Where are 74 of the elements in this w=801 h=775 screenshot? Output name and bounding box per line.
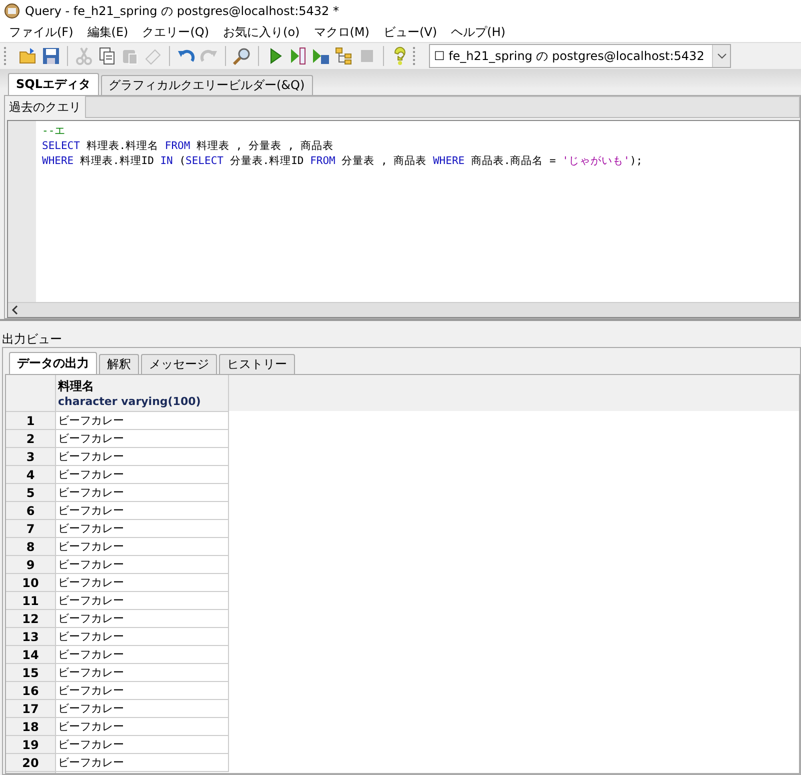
menu-item[interactable]: ヘルプ(H)	[444, 24, 512, 40]
window-title: Query - fe_h21_spring の postgres@localhost:5432 *	[25, 2, 339, 20]
dropdown-button[interactable]	[712, 45, 730, 67]
row-number[interactable]: 3	[6, 448, 55, 466]
menu-item[interactable]: ビュー(V)	[376, 24, 444, 40]
table-cell: ビーフカレー	[56, 610, 228, 628]
row-number[interactable]: 17	[6, 700, 55, 718]
table-cell: ビーフカレー	[56, 592, 228, 610]
row-number[interactable]: 2	[6, 430, 55, 448]
copy-icon[interactable]	[97, 46, 117, 66]
table-cell: ビーフカレー	[56, 736, 228, 754]
row-number[interactable]: 18	[6, 718, 55, 736]
row-number[interactable]: 8	[6, 538, 55, 556]
row-number[interactable]: 10	[6, 574, 55, 592]
table-cell: ビーフカレー	[56, 520, 228, 538]
table-cell: ビーフカレー	[56, 412, 228, 430]
tab[interactable]: SQLエディタ	[8, 73, 98, 95]
menu-item[interactable]: クエリー(Q)	[135, 24, 216, 40]
folder-icon[interactable]	[18, 46, 38, 66]
menu-item[interactable]: お気に入り(o)	[216, 24, 307, 40]
row-number[interactable]: 9	[6, 556, 55, 574]
table-cell: ビーフカレー	[56, 466, 228, 484]
play-save-icon[interactable]	[311, 46, 331, 66]
chevron-down-icon	[716, 53, 726, 59]
tab[interactable]: ヒストリー	[219, 354, 295, 374]
tab[interactable]: グラフィカルクエリービルダー(&Q)	[100, 75, 313, 95]
history-label: 過去のクエリ	[8, 98, 82, 116]
save-icon[interactable]	[41, 46, 61, 66]
table-cell: ビーフカレー	[56, 484, 228, 502]
tab[interactable]: データの出力	[9, 352, 97, 374]
tree-icon[interactable]	[334, 46, 354, 66]
table-cell: ビーフカレー	[56, 430, 228, 448]
row-number[interactable]: 6	[6, 502, 55, 520]
horizontal-scrollbar[interactable]	[8, 302, 799, 317]
column-name: 料理名	[58, 378, 95, 395]
table-cell: ビーフカレー	[56, 538, 228, 556]
table-cell: ビーフカレー	[56, 646, 228, 664]
table-cell: ビーフカレー	[56, 718, 228, 736]
tab[interactable]: 解釈	[99, 354, 139, 374]
panel-title: 出力ビュー	[1, 331, 63, 347]
table-cell: ビーフカレー	[56, 502, 228, 520]
tab[interactable]: メッセージ	[141, 354, 217, 374]
row-number[interactable]: 1	[6, 412, 55, 430]
row-number[interactable]: 12	[6, 610, 55, 628]
row-number[interactable]: 11	[6, 592, 55, 610]
row-number[interactable]: 13	[6, 628, 55, 646]
table-cell: ビーフカレー	[56, 628, 228, 646]
column-type: character varying(100)	[58, 395, 202, 408]
row-number[interactable]: 19	[6, 736, 55, 754]
connection-dropdown[interactable]: ☐ fe_h21_spring の postgres@localhost:5432	[429, 44, 731, 68]
table-cell: ビーフカレー	[56, 664, 228, 682]
row-number[interactable]: 7	[6, 520, 55, 538]
row-number[interactable]: 5	[6, 484, 55, 502]
table-cell: ビーフカレー	[56, 754, 228, 772]
table-cell: ビーフカレー	[56, 574, 228, 592]
play-script-icon[interactable]	[288, 46, 308, 66]
column-header[interactable]: 料理名 character varying(100)	[56, 375, 228, 412]
sql-editor[interactable]: --エ SELECT 料理表.料理名 FROM 料理表 , 分量表 , 商品表 WHERE 料理表.料理ID IN (SELECT 分量表.料理ID FROM 分量表 , 商品表 WHERE 商品表.商品名 = 'じゃがいも');	[7, 120, 800, 318]
table-cell: ビーフカレー	[56, 448, 228, 466]
row-number[interactable]: 4	[6, 466, 55, 484]
menu-item[interactable]: ファイル(F)	[2, 24, 80, 40]
table-cell: ビーフカレー	[56, 682, 228, 700]
row-number[interactable]: 14	[6, 646, 55, 664]
row-number[interactable]: 15	[6, 664, 55, 682]
code-line: --エ	[42, 124, 67, 139]
menu-item[interactable]: マクロ(M)	[306, 24, 376, 40]
menu-item[interactable]: 編集(E)	[80, 24, 136, 40]
code-line: SELECT 料理表.料理名 FROM 料理表 , 分量表 , 商品表	[42, 139, 334, 154]
row-number[interactable]: 16	[6, 682, 55, 700]
table-cell: ビーフカレー	[56, 700, 228, 718]
table-cell: ビーフカレー	[56, 556, 228, 574]
row-number[interactable]: 20	[6, 754, 55, 772]
search-icon[interactable]	[232, 46, 252, 66]
code-line: WHERE 料理表.料理ID IN (SELECT 分量表.料理ID FROM 分量表 , 商品表 WHERE 商品表.商品名 = 'じゃがいも');	[42, 154, 643, 169]
